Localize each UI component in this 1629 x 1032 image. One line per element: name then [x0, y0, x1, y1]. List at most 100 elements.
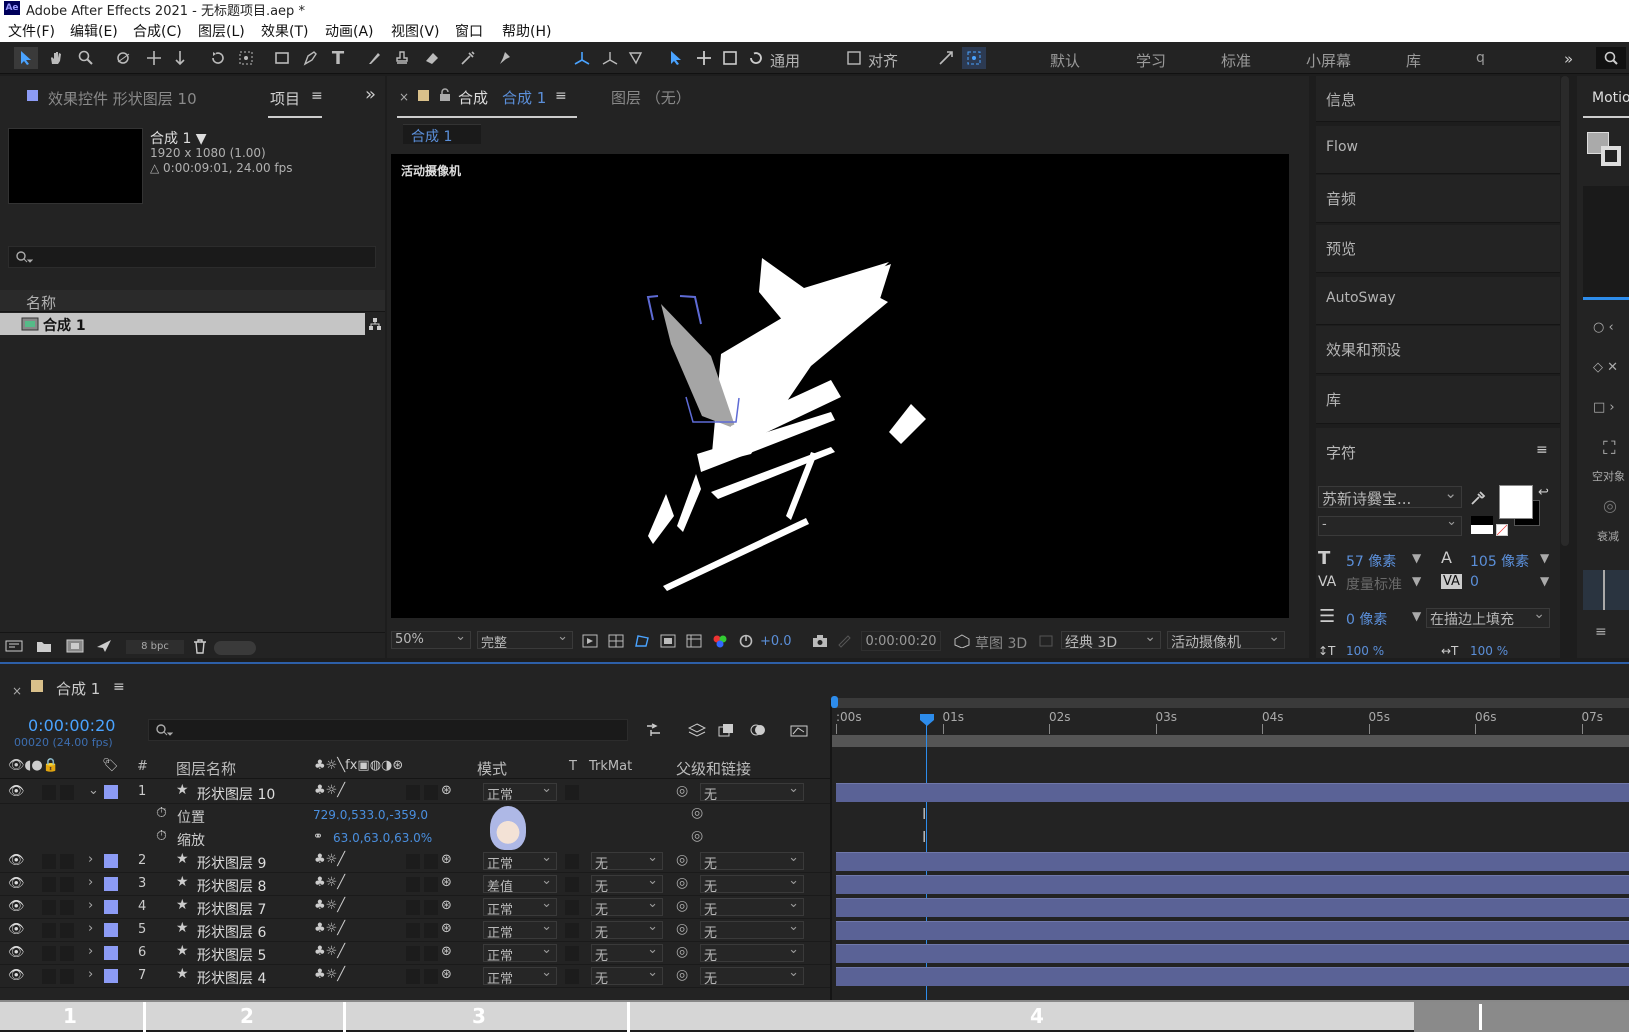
solo-box[interactable]	[42, 785, 56, 800]
solo-box[interactable]	[42, 854, 56, 869]
view-axis-icon[interactable]	[624, 47, 648, 69]
parent-dropdown[interactable]: 无	[700, 873, 804, 895]
work-area-bar[interactable]	[832, 698, 1629, 708]
property-value[interactable]: 63.0,63.0,63.0%	[333, 831, 432, 845]
font-family-dropdown[interactable]: 苏新诗爨宝...	[1318, 484, 1462, 508]
preserve-transparency-box[interactable]	[565, 923, 579, 938]
track-matte-dropdown[interactable]: 无	[591, 942, 663, 964]
layer-name[interactable]: 形状图层 9	[197, 853, 266, 873]
expression-pick-whip-icon[interactable]: ◎	[691, 828, 703, 844]
property-row[interactable]: ⏱ 缩放 ⚭ 63.0,63.0,63.0% ◎	[0, 827, 830, 850]
parent-dropdown[interactable]: 无	[700, 781, 804, 803]
switch-box-a[interactable]	[406, 923, 420, 938]
menu-effect[interactable]: 效果(T)	[261, 21, 308, 41]
eraser-tool-icon[interactable]	[420, 47, 444, 69]
layer-mode-dropdown[interactable]: 正常	[483, 919, 557, 941]
layer-mode-dropdown[interactable]: 正常	[483, 965, 557, 987]
switch-box-a[interactable]	[406, 877, 420, 892]
layer-name[interactable]: 形状图层 5	[197, 945, 266, 965]
layer-name[interactable]: 形状图层 7	[197, 899, 266, 919]
workspace-small-screen[interactable]: 小屏幕	[1306, 50, 1351, 71]
new-comp-icon[interactable]	[64, 637, 86, 655]
motion-blur-icon[interactable]	[748, 720, 770, 740]
tab-project[interactable]: 项目	[270, 88, 300, 109]
move-3d-icon[interactable]	[692, 47, 716, 69]
align-checkbox[interactable]	[846, 47, 862, 69]
workspace-library[interactable]: 库	[1406, 50, 1421, 71]
work-area-start-handle[interactable]	[831, 696, 838, 708]
timeline-current-time[interactable]: 0:00:00:20	[28, 716, 115, 735]
layer-row[interactable]: 👁 › 5 ★ 形状图层 6 ♣☼╱ ⊛ 正常 无 ◎ 无	[0, 919, 830, 942]
layer-row[interactable]: 👁 ⌄ 1 ★ 形状图层 10 ♣☼╱ ⊛ 正常 ◎ 无	[0, 781, 830, 804]
flowchart-icon[interactable]	[367, 314, 383, 334]
expand-arrow-icon[interactable]: ⌄	[88, 783, 99, 798]
constrain-proportions-icon[interactable]: ⚭	[313, 829, 323, 843]
layer-duration-bar[interactable]	[836, 921, 1629, 940]
motion-menu-icon[interactable]: ≡	[1595, 624, 1607, 640]
bit-depth-button[interactable]: 8 bpc	[126, 640, 184, 654]
layer-duration-bar[interactable]	[836, 783, 1629, 802]
rectangle-tool-icon[interactable]	[270, 47, 294, 69]
snap-icon[interactable]	[934, 47, 958, 69]
solo-box[interactable]	[42, 923, 56, 938]
new-folder-icon[interactable]	[34, 637, 54, 655]
camera-view-dropdown[interactable]: 活动摄像机	[1167, 629, 1285, 651]
lock-icon[interactable]	[439, 88, 451, 102]
lock-box[interactable]	[60, 785, 74, 800]
layer-row[interactable]: 👁 › 3 ★ 形状图层 8 ♣☼╱ ⊛ 差值 无 ◎ 无	[0, 873, 830, 896]
font-size-chevron[interactable]: ▼	[1412, 551, 1421, 565]
lock-box[interactable]	[60, 946, 74, 961]
preserve-transparency-box[interactable]	[565, 969, 579, 984]
switch-box-b[interactable]	[424, 785, 438, 800]
pick-whip-icon[interactable]: ◎	[676, 898, 688, 914]
layer-label-color[interactable]	[104, 946, 118, 960]
3d-layer-icon[interactable]: ⊛	[441, 783, 452, 798]
tab-composition-prefix[interactable]: 合成	[458, 87, 488, 108]
layer-row[interactable]: 👁 › 7 ★ 形状图层 4 ♣☼╱ ⊛ 正常 无 ◎ 无	[0, 965, 830, 988]
panel-autosway[interactable]: AutoSway	[1316, 277, 1560, 325]
track-matte-dropdown[interactable]: 无	[591, 873, 663, 895]
pen-tool-icon[interactable]	[298, 47, 322, 69]
snap-target-icon[interactable]	[962, 47, 986, 69]
layer-mode-dropdown[interactable]: 正常	[483, 942, 557, 964]
panel-effects-presets[interactable]: 效果和预设	[1316, 326, 1560, 374]
eyedropper-icon[interactable]	[1468, 488, 1488, 508]
pick-whip-icon[interactable]: ◎	[676, 783, 688, 799]
time-ruler[interactable]: :00s 01s 02s 03s 04s 05s 06s 07s	[832, 710, 1629, 734]
project-item-comp[interactable]: 合成 1	[0, 313, 365, 335]
horizontal-scale-value[interactable]: 100 %	[1470, 644, 1508, 658]
menu-composition[interactable]: 合成(C)	[133, 21, 182, 41]
layer-name[interactable]: 形状图层 6	[197, 922, 266, 942]
dolly-camera-icon[interactable]	[168, 47, 192, 69]
panel-menu-icon[interactable]: ≡	[311, 88, 323, 104]
snapshot-icon[interactable]	[811, 632, 829, 650]
draft-3d-switch-icon[interactable]	[686, 720, 708, 740]
visibility-eye-icon[interactable]: 👁	[8, 922, 25, 937]
pick-whip-icon[interactable]: ◎	[676, 944, 688, 960]
comp-sub-tab[interactable]: 合成 1	[403, 124, 481, 145]
leading-chevron[interactable]: ▼	[1540, 551, 1549, 565]
menu-animation[interactable]: 动画(A)	[325, 21, 374, 41]
track-matte-dropdown[interactable]: 无	[591, 965, 663, 987]
extended-viewer-icon[interactable]	[1037, 632, 1055, 650]
hand-tool-icon[interactable]	[44, 47, 68, 69]
expand-arrow-icon[interactable]: ›	[88, 921, 93, 936]
layer-duration-bar[interactable]	[836, 944, 1629, 963]
layer-duration-bar[interactable]	[836, 967, 1629, 986]
layer-row[interactable]: 👁 › 6 ★ 形状图层 5 ♣☼╱ ⊛ 正常 无 ◎ 无	[0, 942, 830, 965]
stroke-width-value[interactable]: 0 像素	[1346, 609, 1387, 629]
layer-duration-bar[interactable]	[836, 852, 1629, 871]
layer-mode-dropdown[interactable]: 正常	[483, 896, 557, 918]
solo-box[interactable]	[42, 877, 56, 892]
layer-switch-icons[interactable]: ♣☼╱	[314, 783, 345, 798]
menu-window[interactable]: 窗口	[455, 21, 483, 41]
puppet-pin-icon[interactable]	[492, 47, 516, 69]
current-time-display[interactable]: 0:00:00:20	[861, 631, 941, 651]
comp-mini-flowchart-icon[interactable]	[644, 720, 666, 740]
lock-box[interactable]	[60, 877, 74, 892]
renderer-dropdown[interactable]: 经典 3D	[1061, 629, 1161, 651]
timeline-tab-label[interactable]: 合成 1	[56, 678, 100, 699]
layer-switch-icons[interactable]: ♣☼╱	[314, 875, 345, 890]
3d-layer-icon[interactable]: ⊛	[441, 875, 452, 890]
3d-layer-icon[interactable]: ⊛	[441, 967, 452, 982]
